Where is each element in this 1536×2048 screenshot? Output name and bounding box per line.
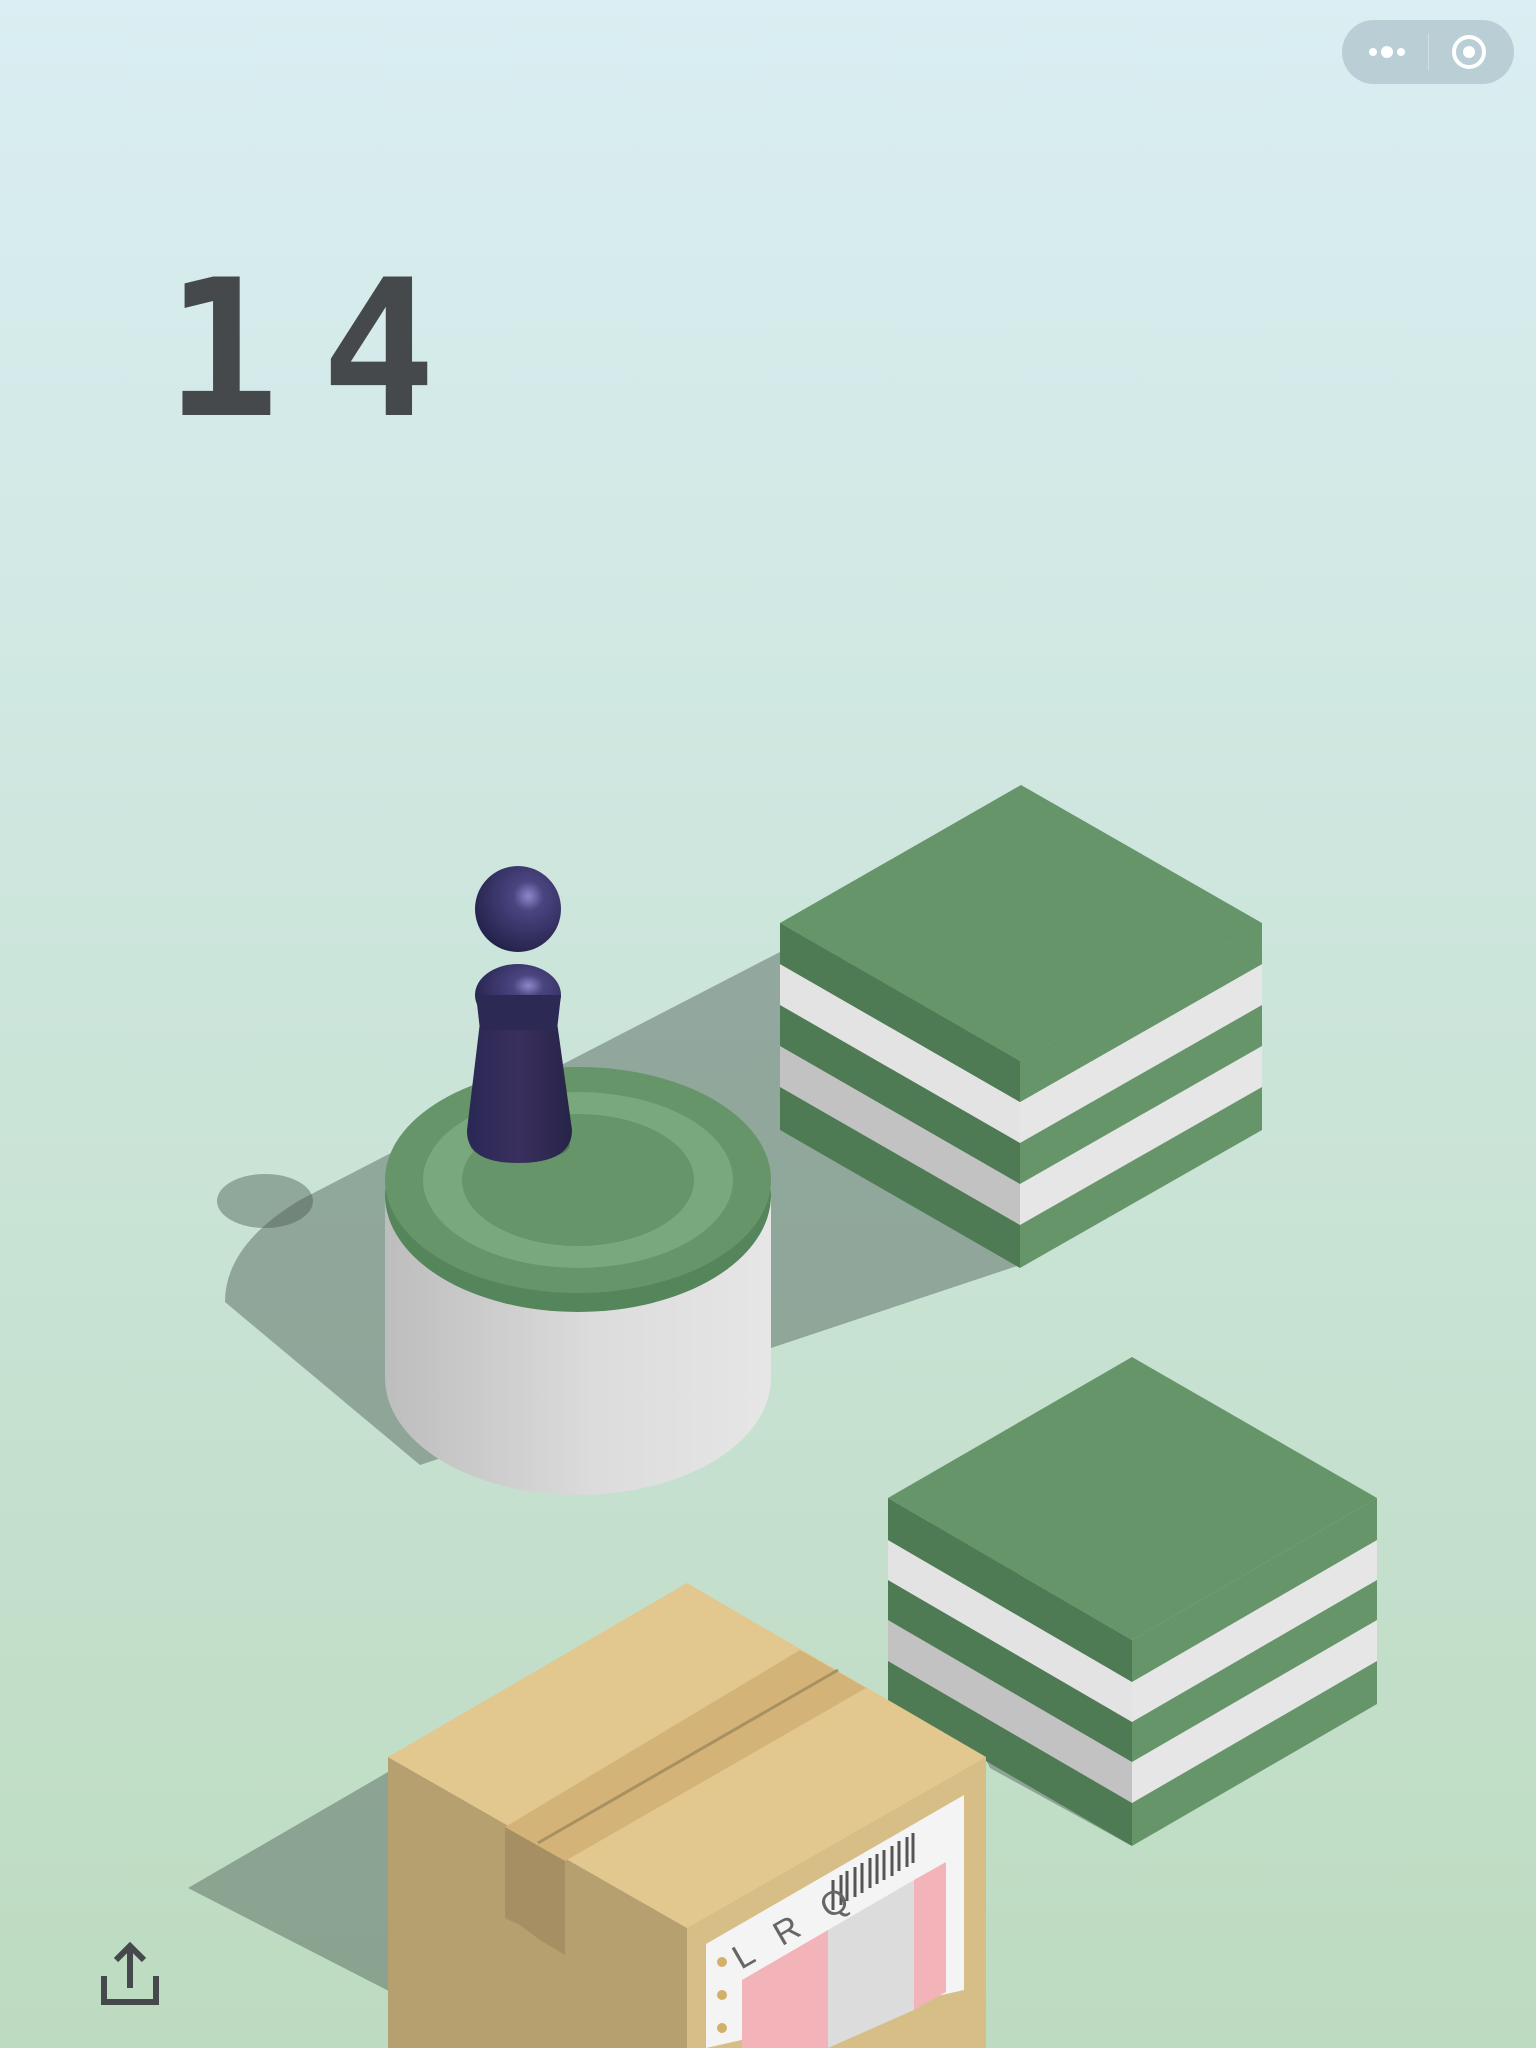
share-button[interactable] — [92, 1936, 168, 2012]
score-counter: 14 — [165, 239, 478, 460]
player-piece — [466, 866, 572, 1163]
three-dots-icon — [1369, 46, 1405, 58]
close-button[interactable] — [1429, 20, 1514, 84]
player-head — [475, 866, 561, 952]
mini-program-capsule — [1342, 20, 1514, 84]
share-upload-icon — [101, 1941, 159, 2005]
more-button[interactable] — [1342, 20, 1428, 84]
cylinder-platform — [385, 1067, 771, 1495]
player-body — [466, 1022, 572, 1163]
target-circle-icon — [1452, 35, 1486, 69]
